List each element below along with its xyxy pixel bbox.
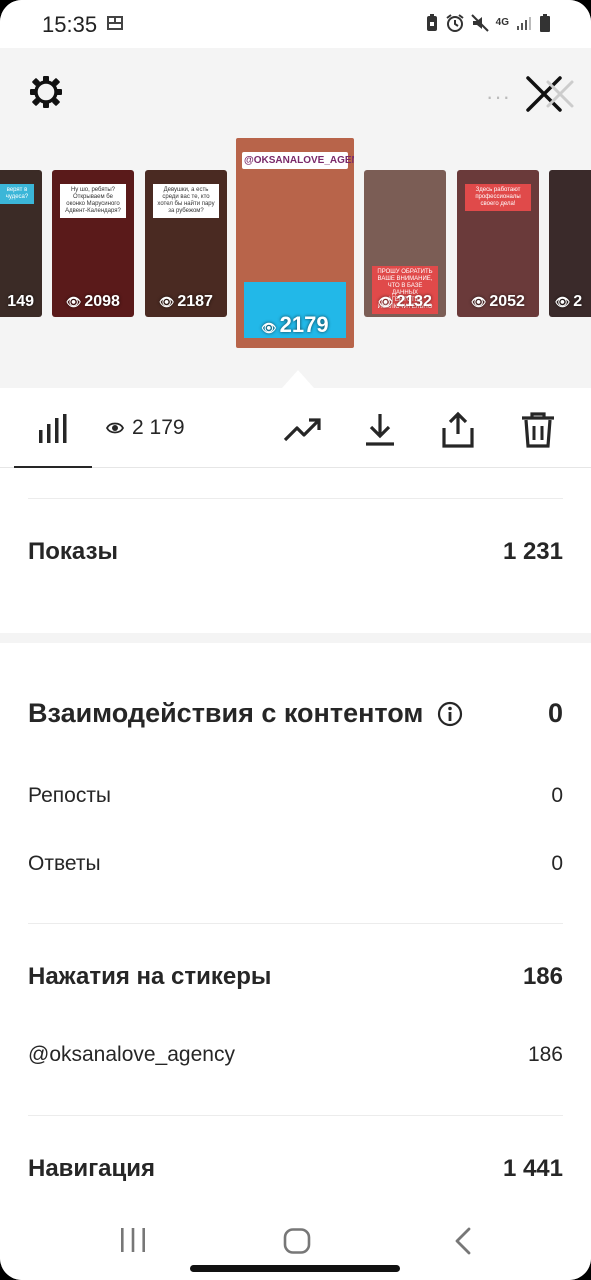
story-toolbar: 2 179 [0, 388, 591, 468]
insights-content: Показы 1 231 Взаимодействия с контентом … [0, 468, 591, 1213]
story-mention-tag: @OKSANALOVE_AGENCY [242, 152, 354, 169]
active-story-pointer [282, 370, 314, 388]
eye-icon: 👁 [378, 295, 394, 309]
story-thumbnail[interactable]: Ну шо, ребяты? Открываем бе оконко Марус… [52, 170, 134, 317]
settings-gear-icon[interactable] [28, 74, 64, 110]
tab-insights[interactable] [14, 388, 92, 468]
eye-icon: 👁 [159, 295, 175, 309]
viewers-count: 2 179 [132, 416, 185, 439]
story-caption: верят в чудеса? [0, 184, 34, 204]
reposts-label: Репосты [28, 784, 112, 807]
interactions-heading: Взаимодействия с контентом [28, 698, 463, 729]
more-options-icon[interactable]: ··· [486, 84, 511, 110]
reposts-value: 0 [551, 784, 563, 807]
info-icon[interactable] [437, 701, 463, 727]
sticker-account-label: @oksanalove_agency [28, 1043, 235, 1066]
section-divider [28, 498, 563, 499]
story-thumbnail[interactable]: ПРОШУ ОБРАТИТЬ ВАШЕ ВНИМАНИЕ, ЧТО В БАЗЕ… [364, 170, 446, 317]
section-divider [28, 1115, 563, 1116]
battery-saver-icon [426, 14, 437, 31]
sticker-account-row[interactable]: @oksanalove_agency 186 [28, 1043, 563, 1067]
recent-apps-icon[interactable] [119, 1227, 147, 1253]
sticker-taps-label: Нажатия на стикеры [28, 963, 272, 990]
eye-icon: 👁 [66, 295, 82, 309]
home-gesture-pill[interactable] [190, 1265, 400, 1272]
mute-icon [470, 14, 489, 32]
alarm-icon [446, 14, 464, 32]
story-view-count: 149 [7, 293, 34, 310]
navigation-row: Навигация 1 441 [28, 1155, 563, 1183]
replies-value: 0 [551, 852, 563, 875]
story-thumbnail[interactable]: Здесь работают профессионалы своего дела… [457, 170, 539, 317]
trending-up-icon[interactable] [282, 410, 322, 450]
eye-icon: 👁 [555, 295, 571, 309]
status-icons: 4G [425, 13, 551, 33]
back-icon[interactable] [452, 1227, 474, 1255]
replies-label: Ответы [28, 852, 101, 875]
interactions-row: Взаимодействия с контентом 0 [28, 698, 563, 729]
impressions-label: Показы [28, 538, 118, 565]
impressions-value: 1 231 [502, 538, 563, 565]
navigation-label: Навигация [28, 1155, 156, 1182]
section-divider [28, 923, 563, 924]
network-type-label: 4G [495, 17, 509, 28]
story-view-count: 👁 2179 [261, 312, 329, 337]
story-view-count: 👁 2 [555, 293, 583, 310]
story-caption: Здесь работают профессионалы своего дела… [465, 184, 531, 211]
interactions-value: 0 [547, 698, 563, 728]
story-view-count: 👁 2132 [378, 293, 432, 310]
sticker-taps-row: Нажатия на стикеры 186 [28, 963, 563, 991]
screen: 15:35 4G ··· верят в чудеса? 149 Ну шо, … [0, 0, 591, 1280]
replies-row: Ответы 0 [28, 852, 563, 876]
story-view-count: 👁 2052 [471, 293, 525, 310]
viewers-tab[interactable]: 2 179 [106, 416, 185, 440]
reposts-row: Репосты 0 [28, 784, 563, 808]
story-thumbnail[interactable]: Девушки, а есть среди вас те, кто хотел … [145, 170, 227, 317]
delete-trash-icon[interactable] [518, 410, 558, 450]
story-thumbnail-active[interactable]: @OKSANALOVE_AGENCY 👁2179 [236, 138, 354, 348]
section-separator [0, 633, 591, 643]
navigation-value: 1 441 [502, 1155, 563, 1182]
story-view-count: 👁 2098 [66, 293, 120, 310]
signal-icon [517, 17, 531, 30]
battery-icon [540, 14, 550, 32]
home-icon[interactable] [283, 1228, 311, 1254]
system-nav-bar [0, 1213, 591, 1280]
eye-icon [106, 422, 124, 434]
story-thumbnail[interactable]: 👁 2 [549, 170, 591, 317]
close-icon[interactable] [524, 74, 578, 114]
interactions-label: Взаимодействия с контентом [28, 698, 424, 728]
sticker-taps-value: 186 [522, 963, 563, 990]
status-time: 15:35 [42, 12, 98, 37]
download-icon[interactable] [360, 410, 400, 450]
story-caption: Ну шо, ребяты? Открываем бе оконко Марус… [60, 184, 126, 218]
story-thumbnail[interactable]: верят в чудеса? 149 [0, 170, 42, 317]
status-bar: 15:35 4G [0, 0, 591, 48]
share-icon[interactable] [438, 410, 478, 450]
sticker-account-value: 186 [527, 1043, 563, 1066]
story-view-count: 👁 2187 [159, 293, 213, 310]
impressions-row: Показы 1 231 [28, 538, 563, 566]
insights-bar-chart-icon [39, 414, 67, 443]
story-caption: Девушки, а есть среди вас те, кто хотел … [153, 184, 219, 218]
gallery-icon [107, 16, 123, 30]
eye-icon: 👁 [261, 321, 277, 335]
eye-icon: 👁 [471, 295, 487, 309]
